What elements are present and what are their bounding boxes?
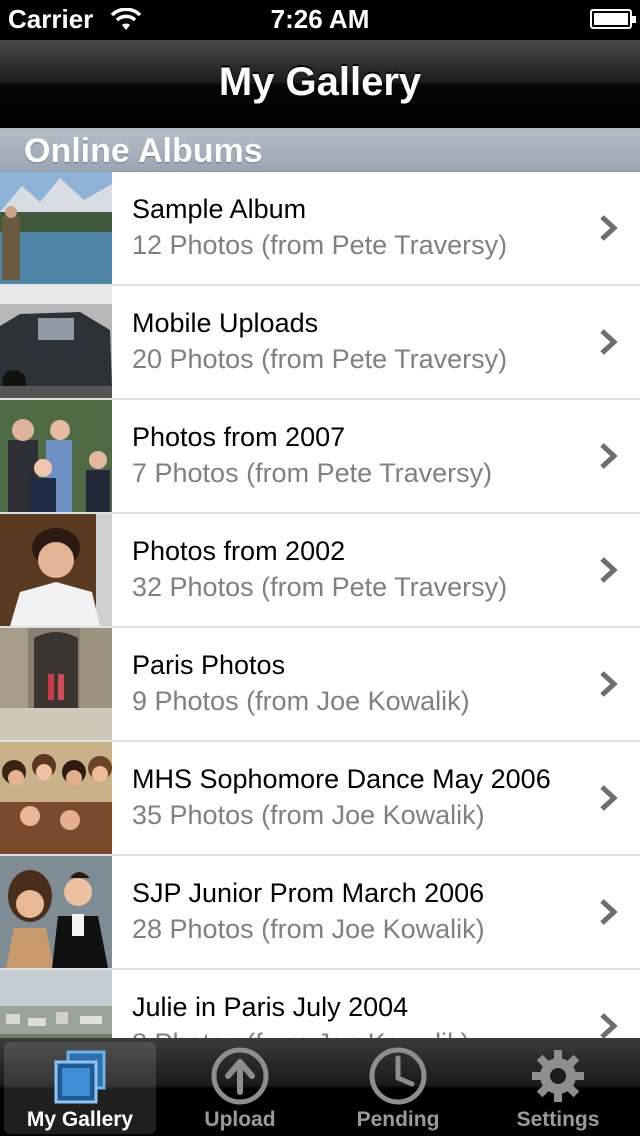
tab-settings[interactable]: Settings [482, 1042, 634, 1134]
section-header: Online Albums [0, 128, 640, 172]
album-title: Mobile Uploads [132, 308, 319, 338]
album-subtitle: 8 Photos (from Joe Kowalik) [132, 1028, 470, 1038]
album-title: Photos from 2002 [132, 536, 346, 566]
album-subtitle: 12 Photos (from Pete Traversy) [132, 230, 508, 260]
family-portrait-photo [0, 400, 112, 512]
tab-bar: My Gallery Upload Pending Settings [0, 1038, 640, 1136]
tab-label: Upload [204, 1108, 276, 1131]
album-row[interactable]: MHS Sophomore Dance May 2006 35 Photos (… [0, 742, 640, 856]
tab-label: Pending [356, 1108, 440, 1131]
album-subtitle: 7 Photos (from Pete Traversy) [132, 458, 493, 488]
status-time: 7:26 AM [270, 4, 370, 34]
album-list[interactable]: Sample Album 12 Photos (from Pete Traver… [0, 172, 640, 1038]
album-subtitle: 35 Photos (from Joe Kowalik) [132, 800, 485, 830]
album-row[interactable]: Photos from 2007 7 Photos (from Pete Tra… [0, 400, 640, 514]
album-row[interactable]: SJP Junior Prom March 2006 28 Photos (fr… [0, 856, 640, 970]
tab-label: My Gallery [26, 1108, 134, 1131]
album-row[interactable]: Sample Album 12 Photos (from Pete Traver… [0, 172, 640, 286]
album-row[interactable]: Mobile Uploads 20 Photos (from Pete Trav… [0, 286, 640, 400]
paris-building-photo [0, 628, 112, 740]
tab-label: Settings [516, 1108, 600, 1131]
tab-upload[interactable]: Upload [164, 1042, 316, 1134]
status-bar: Carrier 7:26 AM [0, 0, 640, 40]
album-subtitle: 9 Photos (from Joe Kowalik) [132, 686, 470, 716]
chevron-right-icon [600, 899, 618, 925]
group-dance-photo [0, 742, 112, 854]
prom-couple-photo [0, 856, 112, 968]
album-row[interactable]: Paris Photos 9 Photos (from Joe Kowalik) [0, 628, 640, 742]
album-title: SJP Junior Prom March 2006 [132, 878, 485, 908]
album-title: Sample Album [132, 194, 307, 224]
gallery-icon [54, 1050, 106, 1104]
chevron-right-icon [600, 785, 618, 811]
chevron-right-icon [600, 557, 618, 583]
album-title: Photos from 2007 [132, 422, 346, 452]
upload-icon [211, 1047, 269, 1105]
chevron-right-icon [600, 671, 618, 697]
battery-icon [590, 9, 636, 29]
tab-my-gallery[interactable]: My Gallery [4, 1042, 156, 1134]
album-row[interactable]: Julie in Paris July 2004 8 Photos (from … [0, 970, 640, 1038]
navigation-bar: My Gallery [0, 40, 640, 128]
lake-mountain-photo [0, 172, 112, 284]
album-subtitle: 20 Photos (from Pete Traversy) [132, 344, 508, 374]
album-subtitle: 28 Photos (from Joe Kowalik) [132, 914, 485, 944]
chevron-right-icon [600, 1013, 618, 1038]
chevron-right-icon [600, 215, 618, 241]
album-title: Julie in Paris July 2004 [132, 992, 409, 1022]
album-title: Paris Photos [132, 650, 286, 680]
tab-pending[interactable]: Pending [322, 1042, 474, 1134]
gear-icon [532, 1050, 584, 1102]
chevron-right-icon [600, 329, 618, 355]
clock-icon [369, 1047, 427, 1105]
paris-skyline-photo [0, 970, 112, 1038]
section-title: Online Albums [24, 132, 263, 170]
album-row[interactable]: Photos from 2002 32 Photos (from Pete Tr… [0, 514, 640, 628]
album-title: MHS Sophomore Dance May 2006 [132, 764, 551, 794]
woman-portrait-photo [0, 514, 112, 626]
page-title: My Gallery [218, 60, 422, 104]
vintage-car-photo [0, 286, 112, 398]
chevron-right-icon [600, 443, 618, 469]
album-subtitle: 32 Photos (from Pete Traversy) [132, 572, 508, 602]
